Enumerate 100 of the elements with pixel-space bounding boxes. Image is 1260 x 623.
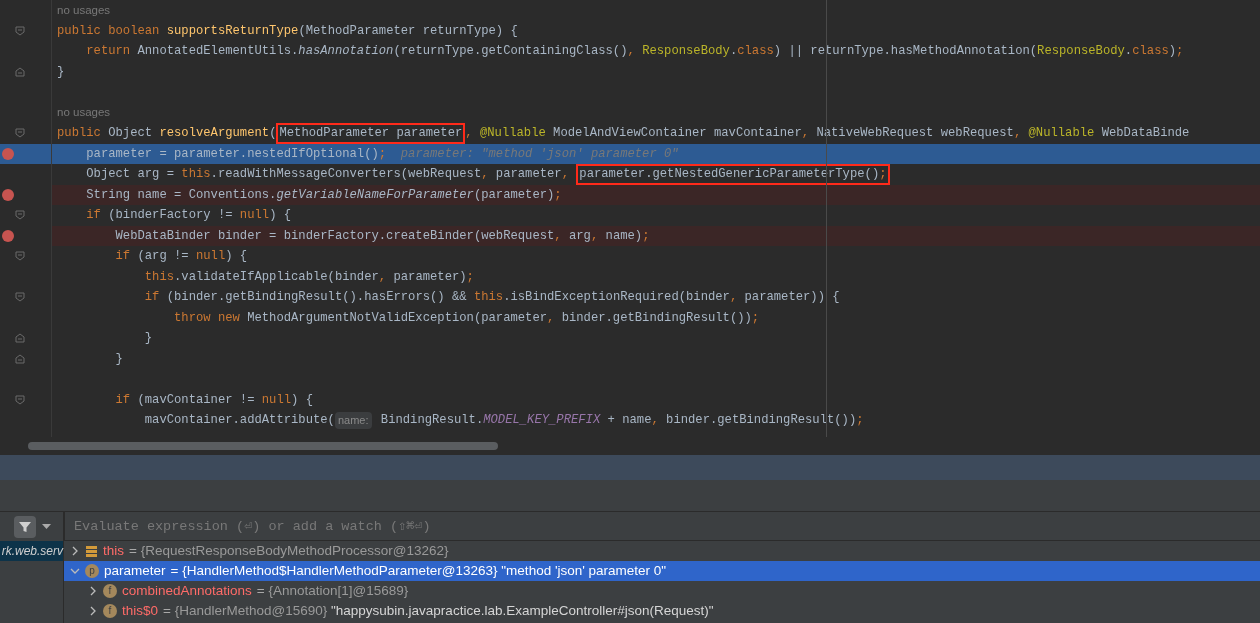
keyword: , (481, 166, 490, 184)
method-name: resolveArgument (159, 125, 270, 143)
annotation: @Nullable (1028, 125, 1096, 143)
code-text: ) { (269, 207, 292, 225)
chevron-right-icon[interactable] (88, 606, 98, 616)
code-text: ) || returnType.hasMethodAnnotation( (773, 43, 1038, 61)
variable-value: = {HandlerMethod@15690} "happysubin.javapractice.lab.ExampleController#json(Request)" (163, 601, 714, 620)
keyword: this (143, 268, 175, 286)
fold-icon[interactable] (15, 25, 25, 36)
inline-value-hint: parameter: "method 'json' parameter 0" (399, 145, 679, 163)
variable-row[interactable]: f this$0 = {HandlerMethod@15690} "happysubin.javapractice.lab.ExampleController#json(Request)" (64, 601, 1260, 621)
variable-name: this (103, 541, 124, 560)
code-text: } (57, 63, 65, 81)
code-text: NativeWebRequest webRequest (816, 125, 1014, 143)
evaluate-expression-field[interactable]: Evaluate expression (⏎) or add a watch (⇧⌘⏎) (64, 512, 1260, 541)
code-text: ) (1168, 43, 1177, 61)
keyword: return (85, 43, 132, 61)
fold-icon[interactable] (15, 66, 25, 77)
code-text: String name = Conventions. (85, 186, 277, 204)
horizontal-scrollbar[interactable] (28, 442, 498, 450)
breakpoint-icon[interactable] (2, 229, 14, 242)
keyword: , (547, 309, 556, 327)
keyword: this (473, 289, 504, 307)
filter-icon (18, 519, 32, 534)
keyword: , (554, 227, 563, 245)
code-text: (arg != (137, 248, 190, 266)
keyword: , (378, 268, 388, 286)
keyword: ; (554, 186, 562, 204)
code-text: MethodArgumentNotValidException(parameter (247, 309, 548, 327)
code-text: parameter)) { (744, 289, 840, 307)
stack-icon (85, 544, 98, 558)
keyword: ; (856, 412, 864, 430)
annotation: @Nullable (479, 125, 547, 143)
keyword: ; (879, 165, 887, 183)
fold-icon[interactable] (15, 128, 25, 138)
chevron-right-icon[interactable] (70, 546, 80, 556)
method-call: hasAnnotation (298, 43, 394, 61)
keyword: , (465, 125, 474, 143)
parameter-hint: name: (334, 412, 372, 429)
code-text: ModelAndViewContainer mavContainer (553, 125, 802, 143)
variable-name: parameter (104, 561, 166, 580)
keyword: ; (378, 145, 387, 163)
keyword: ; (466, 268, 474, 286)
code-text: mavContainer.addAttribute( (143, 412, 335, 430)
class-name: ResponseBody (642, 43, 730, 61)
keyword: if (114, 248, 132, 266)
dropdown-caret-icon[interactable] (42, 523, 51, 530)
code-text: parameter) (393, 268, 467, 286)
variable-value: = {Annotation[1]@15689} (256, 581, 409, 600)
fold-icon[interactable] (15, 292, 25, 302)
keyword: if (143, 289, 161, 307)
code-text: binder.getBindingResult()) (666, 412, 857, 430)
keyword: , (590, 227, 600, 245)
stack-frame[interactable]: rk.web.serv (0, 541, 63, 561)
code-text: arg (569, 227, 591, 245)
variable-row[interactable]: p parameter = {HandlerMethod$HandlerMethodParameter@13263} "method 'json' parameter 0" (64, 561, 1260, 581)
fold-icon[interactable] (15, 394, 25, 405)
keyword: , (1013, 125, 1023, 143)
variable-row[interactable]: f combinedAnnotations = {Annotation[1]@15689} (64, 581, 1260, 601)
code-text: .readWithMessageConverters(webRequest (210, 166, 482, 184)
code-text: Object (108, 125, 154, 143)
letter-badge-icon: f (103, 604, 117, 618)
keyword: public boolean (57, 22, 161, 40)
keyword: , (561, 166, 570, 184)
usages-hint: no usages (57, 2, 111, 18)
fold-icon[interactable] (15, 210, 25, 220)
variable-name: this$0 (122, 601, 159, 620)
code-text: (mavContainer != (137, 391, 256, 409)
code-text: } (143, 330, 153, 348)
breakpoint-icon[interactable] (2, 188, 14, 201)
keyword: ; (1176, 43, 1184, 61)
code-text: parameter (495, 166, 562, 184)
code-text: } (114, 350, 123, 368)
code-text: (binder.getBindingResult().hasErrors() && (166, 289, 468, 307)
chevron-down-icon[interactable] (70, 566, 80, 576)
class-name: ResponseBody (1037, 43, 1125, 61)
keyword: , (627, 43, 636, 61)
code-text: ) { (291, 391, 313, 409)
code-text: Object arg = (85, 166, 176, 184)
variable-row[interactable]: this = {RequestResponseBodyMethodProcessor@13262} (64, 541, 1260, 561)
code-text: + name (606, 412, 652, 430)
chevron-right-icon[interactable] (88, 586, 98, 596)
code-text: (returnType.getContainingClass() (393, 43, 628, 61)
variable-value: = {HandlerMethod$HandlerMethodParameter@13263} "method 'json' parameter 0" (170, 561, 667, 580)
keyword: null (261, 391, 292, 409)
breakpoint-icon[interactable] (2, 147, 14, 160)
fold-icon[interactable] (15, 333, 25, 343)
filter-button[interactable] (14, 515, 36, 538)
code-text: ) { (225, 248, 248, 266)
fold-icon[interactable] (15, 353, 25, 364)
code-text: ( (269, 125, 277, 143)
variable-value: = {RequestResponseBodyMethodProcessor@13262} (129, 541, 449, 560)
usages-hint: no usages (57, 105, 111, 121)
keyword: , (801, 125, 811, 143)
fold-icon[interactable] (15, 251, 25, 261)
keyword: , (651, 412, 660, 430)
method-call: getVariableNameForParameter (276, 186, 474, 204)
code-text: .isBindExceptionRequired(binder (503, 289, 730, 307)
code-text: WebDataBinde (1101, 125, 1190, 143)
code-text: (MethodParameter returnType) { (298, 22, 518, 40)
